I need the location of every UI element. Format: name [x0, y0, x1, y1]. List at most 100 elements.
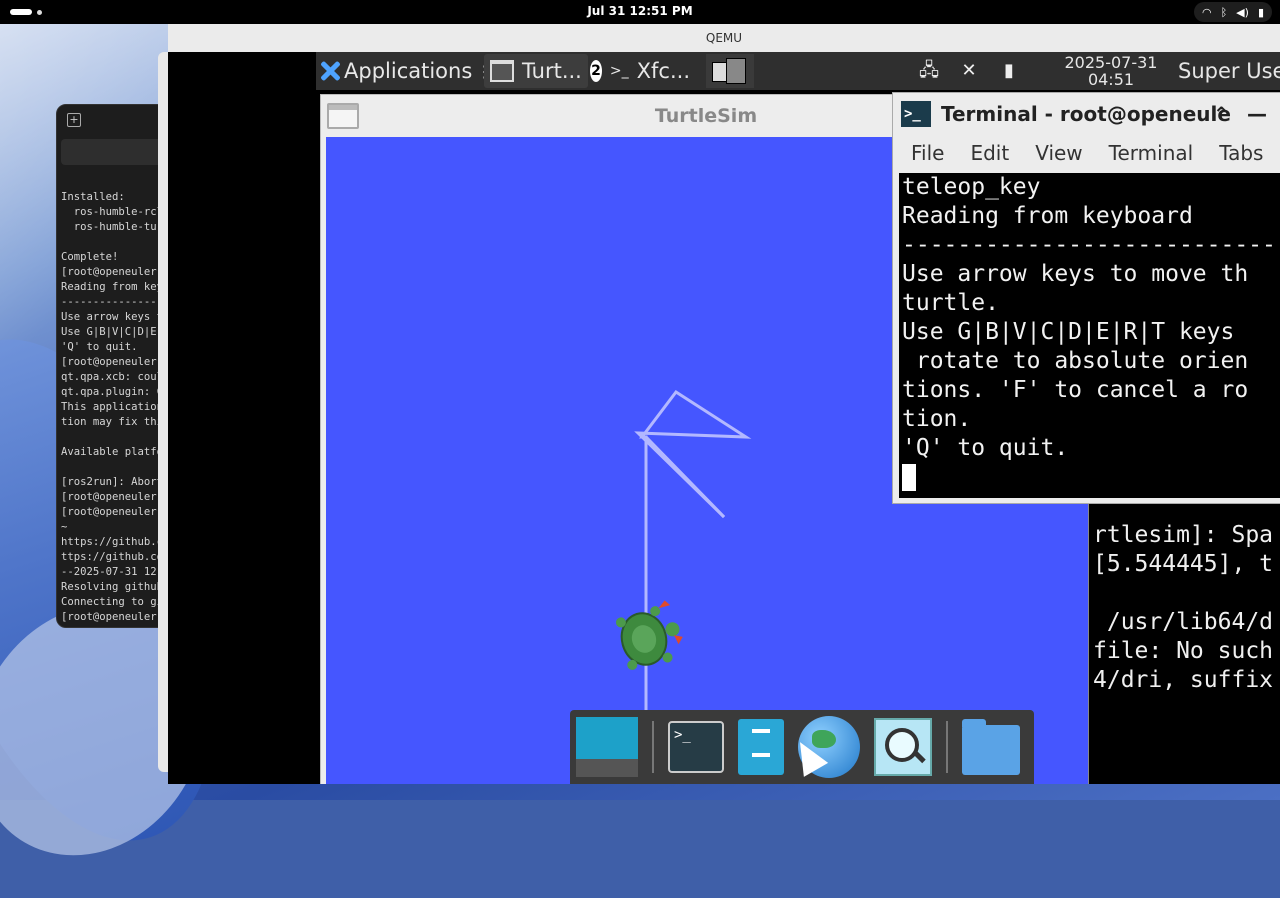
terminal-menubar: File Edit View Terminal Tabs: [893, 135, 1280, 171]
workspace-switcher[interactable]: [706, 54, 754, 88]
window-count-badge: 2: [590, 60, 602, 82]
output-line: Installed:: [61, 191, 125, 203]
clock-time: 04:51: [1087, 70, 1135, 89]
qemu-window[interactable]: QEMU Applications ⋮ Turt... 2 >_ Xfc...: [168, 24, 1280, 784]
user-menu[interactable]: Super Use: [1178, 59, 1280, 83]
taskbar-item-turtlesim[interactable]: Turt...: [484, 54, 588, 88]
turtlesim-title: TurtleSim: [654, 105, 758, 127]
taskbar-item-label: Xfc...: [636, 59, 690, 83]
guest-display[interactable]: Applications ⋮ Turt... 2 >_ Xfc... 🖧 ✕ ▮: [316, 52, 1280, 784]
web-browser-launcher-icon[interactable]: [787, 716, 860, 778]
output-line: rtlesim]: Spa: [1093, 522, 1274, 548]
xfce-top-panel: Applications ⋮ Turt... 2 >_ Xfc... 🖧 ✕ ▮: [316, 52, 1280, 90]
output-line: Connecting to gi: [61, 596, 164, 608]
applications-label: Applications: [344, 59, 473, 83]
dock-separator: [652, 721, 654, 773]
output-line: tions. 'F' to cancel a ro: [902, 377, 1249, 403]
output-line: Use arrow keys t: [61, 311, 163, 323]
output-line: [root@openeuler-: [61, 266, 164, 278]
output-line: [ros2run]: Abort: [61, 476, 164, 488]
host-top-bar: Jul 31 12:51 PM ◠ ᛒ ◀) ▮: [0, 0, 1280, 24]
terminal-title: Terminal - root@openeulе: [941, 102, 1231, 126]
turtle-trail: [644, 435, 726, 519]
output-line: Use G|B|V|C|D|E|: [61, 326, 164, 338]
menu-terminal[interactable]: Terminal: [1109, 141, 1194, 165]
output-line: qt.qpa.plugin: C: [61, 386, 163, 398]
menu-tabs[interactable]: Tabs: [1219, 141, 1263, 165]
output-line: teleop_key: [902, 174, 1041, 200]
terminal-text: teleop_key Reading from keyboard -------…: [899, 173, 1280, 463]
folder-launcher-icon[interactable]: [962, 719, 1020, 775]
output-line: /usr/lib64/d: [1106, 609, 1274, 635]
wifi-icon: ◠: [1201, 5, 1212, 19]
host-clock[interactable]: Jul 31 12:51 PM: [0, 4, 1280, 18]
new-tab-icon[interactable]: +: [67, 113, 81, 127]
menu-view[interactable]: View: [1035, 141, 1082, 165]
workspace-window-thumb: [726, 58, 746, 84]
output-line: rotate to absolute orien: [915, 348, 1249, 374]
battery-icon: ▮: [1257, 5, 1264, 19]
output-line: file: No such: [1093, 638, 1274, 664]
terminal-window[interactable]: >_ Terminal - root@openeulе ⌃ — File Edi…: [892, 92, 1280, 504]
terminal-titlebar[interactable]: >_ Terminal - root@openeulе ⌃ —: [893, 93, 1280, 135]
output-line: --2025-07-31 12:: [61, 566, 164, 578]
window-menu-icon[interactable]: [327, 103, 359, 129]
output-line: Use G|B|V|C|D|E|R|T keys: [902, 319, 1235, 345]
output-line: turtle.: [902, 290, 999, 316]
terminal-small-icon: >_: [609, 63, 629, 79]
network-icon[interactable]: 🖧: [916, 60, 942, 82]
output-line: https://github.c: [61, 536, 164, 548]
applications-menu-button[interactable]: Applications ⋮: [320, 56, 492, 86]
file-manager-launcher-icon[interactable]: [738, 719, 784, 775]
output-line: Reading from key: [61, 281, 164, 293]
host-terminal-output: Installed: ros-humble-rcl ros-humble-tur…: [61, 190, 163, 625]
dock-separator: [946, 721, 948, 773]
dock: >_: [570, 710, 1034, 784]
output-line: [root@openeuler-: [61, 506, 164, 518]
host-system-tray[interactable]: ◠ ᛒ ◀) ▮: [1193, 2, 1272, 22]
clock-date: 2025-07-31: [1064, 53, 1158, 72]
app-finder-launcher-icon[interactable]: [874, 718, 932, 776]
output-line: [root@openeuler-: [61, 491, 164, 503]
output-line: 'Q' to quit.: [61, 341, 138, 353]
output-line: [root@openeuler-: [61, 611, 164, 623]
window-icon: [490, 60, 514, 82]
taskbar-item-terminal[interactable]: 2 >_ Xfc...: [584, 54, 696, 88]
volume-icon: ◀): [1236, 5, 1249, 19]
background-terminal-window[interactable]: rtlesim]: St rtlesim]: Spa [5.544445], t…: [1088, 462, 1280, 784]
bluetooth-icon: ᛒ: [1220, 5, 1228, 19]
output-line: 'Q' to quit.: [902, 435, 1069, 461]
output-line: 4/dri, suffix: [1093, 667, 1274, 693]
menu-file[interactable]: File: [911, 141, 944, 165]
output-line: qt.qpa.xcb: coul: [61, 371, 164, 383]
menu-edit[interactable]: Edit: [970, 141, 1009, 165]
output-line: ---------------------------: [902, 232, 1276, 258]
guest-clock[interactable]: 2025-07-31 04:51: [1056, 54, 1166, 88]
output-line: tion.: [902, 406, 972, 432]
show-desktop-icon[interactable]: [576, 717, 638, 777]
output-line: Reading from keyboard: [902, 203, 1193, 229]
output-line: [5.544445], t: [1093, 551, 1274, 577]
mute-icon[interactable]: ✕: [956, 60, 982, 82]
battery-icon[interactable]: ▮: [996, 60, 1022, 82]
output-line: Use arrow keys to move th: [902, 261, 1249, 287]
taskbar-item-label: Turt...: [522, 59, 582, 83]
output-line: ----------------: [61, 296, 164, 308]
minimize-icon[interactable]: —: [1247, 93, 1267, 135]
qemu-title: QEMU: [168, 24, 1280, 52]
turtle-icon: [615, 600, 683, 670]
output-line: ~: [61, 521, 68, 533]
output-line: tion may fix thi: [61, 416, 164, 428]
terminal-cursor: [902, 464, 916, 491]
output-line: ttps://github.co: [61, 551, 164, 563]
terminal-output[interactable]: teleop_key Reading from keyboard -------…: [899, 173, 1280, 498]
output-line: Complete!: [61, 251, 119, 263]
output-line: ros-humble-rcl: [73, 206, 164, 218]
output-line: Resolving github: [61, 581, 164, 593]
guest-system-tray: 🖧 ✕ ▮: [916, 52, 1022, 90]
output-line: ros-humble-tur: [73, 221, 164, 233]
xfce-logo-icon: [320, 61, 340, 81]
maximize-icon[interactable]: ⌃: [1213, 93, 1230, 135]
terminal-launcher-icon[interactable]: >_: [668, 721, 724, 773]
output-line: Available platfo: [61, 446, 164, 458]
